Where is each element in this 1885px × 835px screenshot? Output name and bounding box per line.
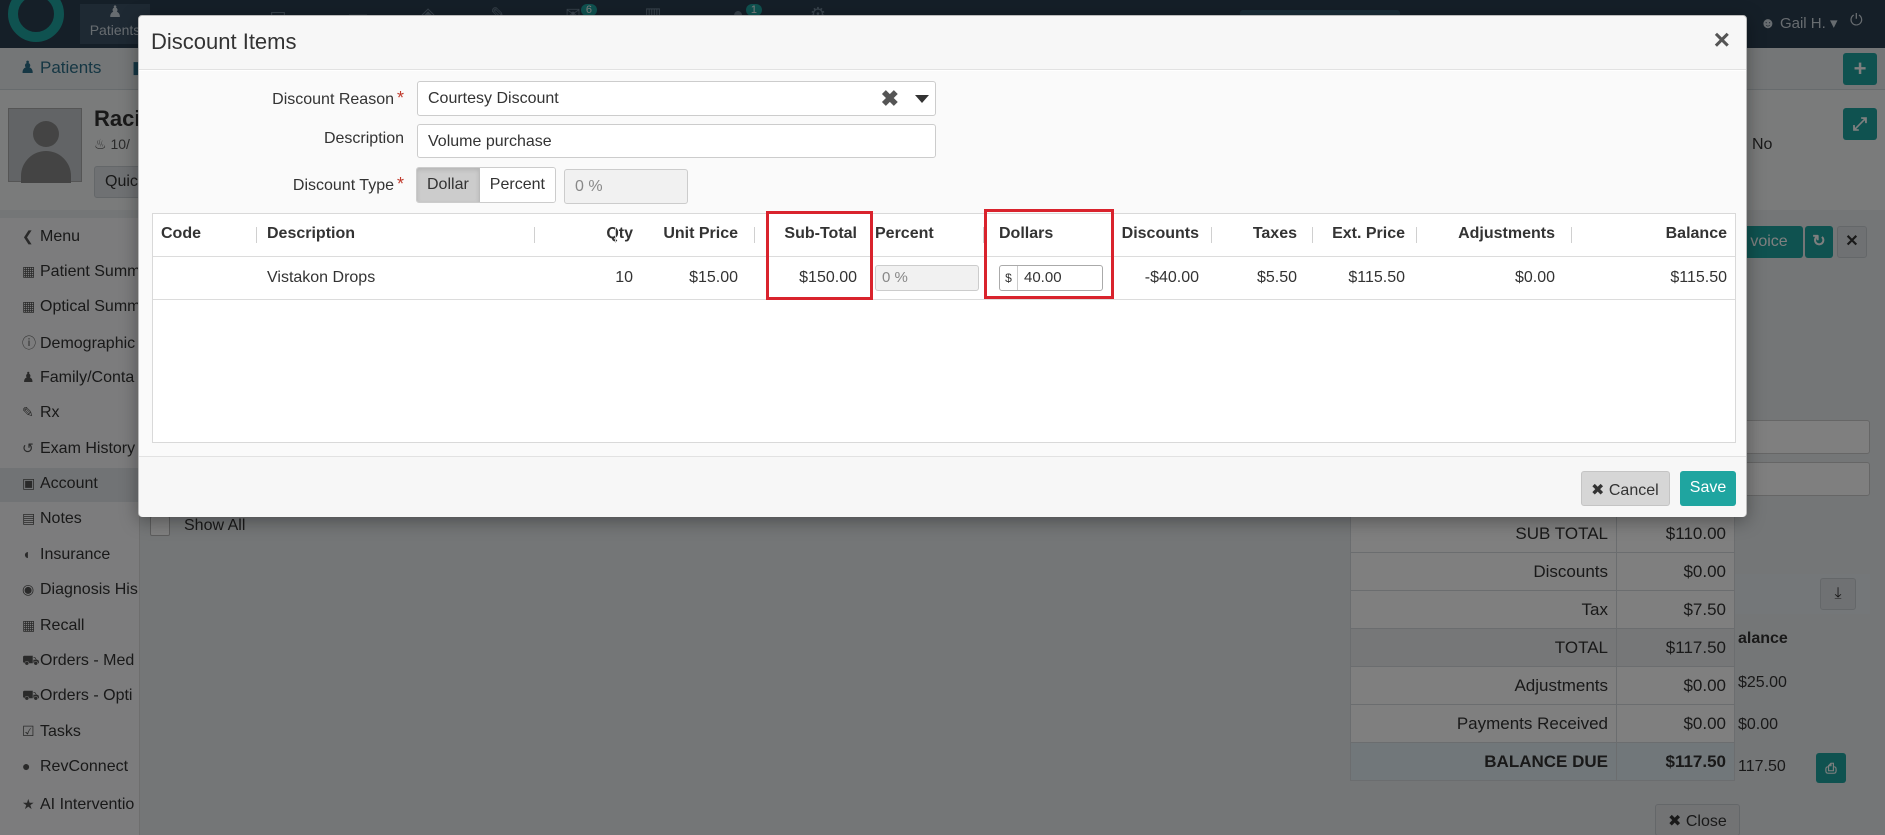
col-dollars[interactable]: Dollars bbox=[999, 225, 1053, 243]
required-mark: * bbox=[396, 174, 404, 194]
grid-header: Code Description Qty Unit Price Sub-Tota… bbox=[153, 214, 1735, 257]
description-field[interactable]: Volume purchase bbox=[417, 124, 936, 158]
table-row[interactable]: Vistakon Drops 10 $15.00 $150.00 0 % $ 4… bbox=[153, 257, 1735, 300]
dollar-addon: $ bbox=[1000, 266, 1018, 290]
col-percent[interactable]: Percent bbox=[875, 225, 934, 243]
close-icon[interactable]: × bbox=[1714, 24, 1730, 56]
col-code[interactable]: Code bbox=[161, 225, 201, 243]
required-mark: * bbox=[396, 88, 404, 108]
row-dollars-value: 40.00 bbox=[1024, 269, 1062, 286]
discount-reason-select[interactable]: Courtesy Discount ✖ bbox=[417, 81, 936, 116]
cell-adjustments: $0.00 bbox=[1514, 269, 1555, 286]
col-balance[interactable]: Balance bbox=[1573, 225, 1727, 243]
col-separator[interactable] bbox=[1211, 227, 1212, 243]
col-unit-price[interactable]: Unit Price bbox=[623, 225, 738, 243]
cancel-button[interactable]: ✖ Cancel bbox=[1581, 471, 1670, 506]
cell-balance: $115.50 bbox=[1670, 269, 1727, 286]
col-separator[interactable] bbox=[1571, 227, 1572, 243]
cell-unit-price: $15.00 bbox=[689, 269, 738, 286]
col-taxes[interactable]: Taxes bbox=[1213, 225, 1297, 243]
col-qty[interactable]: Qty bbox=[551, 225, 633, 243]
discount-type-dollar[interactable]: Dollar bbox=[417, 168, 480, 202]
col-separator[interactable] bbox=[754, 227, 755, 243]
modal-header: Discount Items × bbox=[139, 16, 1746, 70]
cell-description: Vistakon Drops bbox=[267, 269, 376, 286]
col-separator[interactable] bbox=[534, 227, 535, 243]
discount-type-percent[interactable]: Percent bbox=[479, 168, 555, 202]
save-button[interactable]: Save bbox=[1680, 471, 1736, 506]
description-label: Description bbox=[323, 130, 404, 147]
col-discounts[interactable]: Discounts bbox=[1113, 225, 1199, 243]
row-percent-input[interactable]: 0 % bbox=[875, 265, 979, 291]
discount-percent-field[interactable]: 0 % bbox=[564, 169, 688, 204]
caret-down-icon[interactable] bbox=[915, 95, 929, 103]
clear-icon[interactable]: ✖ bbox=[881, 86, 899, 112]
cell-sub-total: $150.00 bbox=[799, 269, 857, 286]
col-separator[interactable] bbox=[615, 227, 616, 243]
col-adjustments[interactable]: Adjustments bbox=[1416, 225, 1555, 243]
discount-items-grid: Code Description Qty Unit Price Sub-Tota… bbox=[152, 213, 1736, 443]
discount-reason-label: Discount Reason * bbox=[269, 88, 404, 109]
discount-type-text: Discount Type bbox=[292, 177, 394, 194]
col-separator[interactable] bbox=[872, 227, 873, 243]
col-separator[interactable] bbox=[983, 227, 984, 243]
cell-taxes: $5.50 bbox=[1256, 269, 1297, 286]
cell-qty: 10 bbox=[615, 269, 633, 286]
cell-discounts: -$40.00 bbox=[1144, 269, 1199, 286]
discount-items-modal: Discount Items × Discount Reason * Courte… bbox=[138, 15, 1747, 517]
modal-footer bbox=[139, 456, 1746, 517]
col-description[interactable]: Description bbox=[267, 225, 355, 243]
row-dollars-input[interactable]: $ 40.00 bbox=[999, 265, 1103, 291]
discount-reason-value: Courtesy Discount bbox=[428, 90, 559, 107]
discount-type-toggle: Dollar Percent bbox=[416, 167, 556, 203]
discount-type-label: Discount Type * bbox=[269, 174, 404, 195]
cell-ext-price: $115.50 bbox=[1348, 269, 1405, 286]
col-ext-price[interactable]: Ext. Price bbox=[1313, 225, 1405, 243]
col-separator[interactable] bbox=[256, 227, 257, 243]
discount-reason-text: Discount Reason bbox=[272, 91, 394, 108]
cancel-label: Cancel bbox=[1608, 482, 1659, 499]
close-icon: ✖ bbox=[1591, 482, 1605, 499]
col-sub-total[interactable]: Sub-Total bbox=[765, 225, 857, 243]
modal-title: Discount Items bbox=[151, 29, 297, 54]
